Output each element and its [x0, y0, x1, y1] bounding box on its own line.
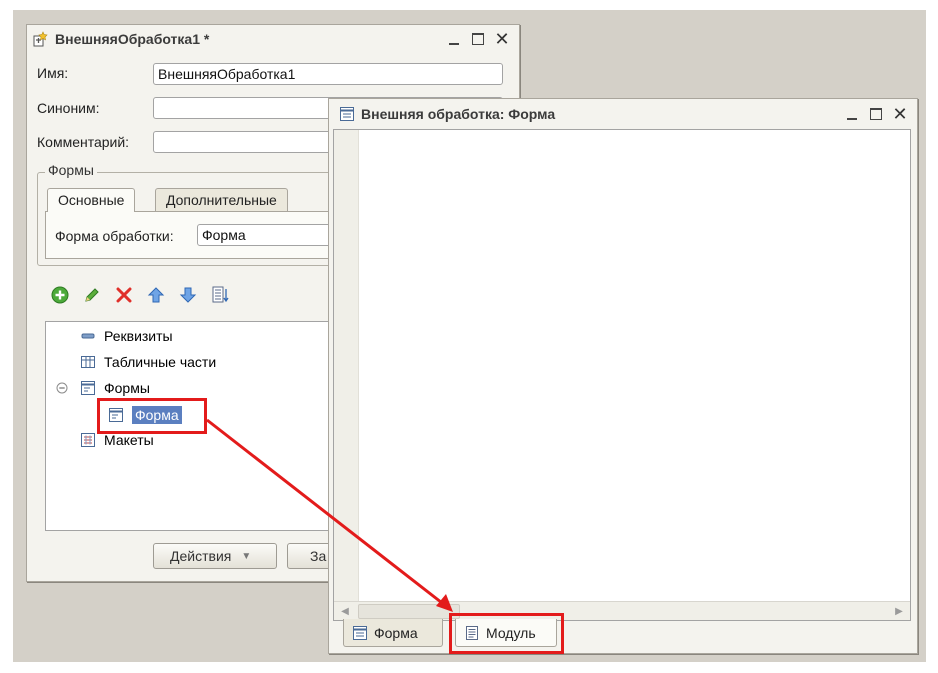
table-parts-icon [81, 356, 95, 368]
tree-item-table-parts[interactable]: Табличные части [80, 354, 216, 370]
horizontal-scrollbar[interactable]: ◀ ▶ [334, 601, 910, 620]
chevron-down-icon: ▼ [241, 550, 252, 562]
form-editor-area[interactable]: ◀ ▶ [333, 129, 911, 621]
highlight-box-form [97, 398, 207, 434]
form-window-titlebar[interactable]: Внешняя обработка: Форма ✕ [329, 99, 917, 129]
synonym-label: Синоним: [37, 100, 100, 116]
tab-additional[interactable]: Дополнительные [155, 188, 288, 212]
delete-icon[interactable] [115, 286, 133, 304]
close-button[interactable]: ✕ [892, 105, 907, 123]
maximize-button[interactable] [471, 32, 485, 46]
processing-window-titlebar[interactable]: ВнешняяОбработка1 * ✕ [27, 25, 519, 53]
tree-item-attributes[interactable]: Реквизиты [80, 328, 173, 344]
tree-item-forms[interactable]: Формы [56, 380, 150, 396]
minimize-button[interactable] [447, 32, 461, 46]
tree-item-templates[interactable]: Макеты [80, 432, 154, 448]
editor-gutter [334, 130, 359, 620]
close-button[interactable]: ✕ [494, 30, 509, 48]
highlight-box-module [449, 613, 564, 654]
form-window-icon [340, 107, 354, 121]
add-icon[interactable] [51, 286, 69, 304]
name-field[interactable]: ВнешняяОбработка1 [153, 63, 503, 85]
collapse-icon[interactable] [56, 382, 68, 394]
edit-icon[interactable] [83, 286, 101, 304]
templates-icon [81, 433, 95, 447]
form-window-title: Внешняя обработка: Форма [361, 106, 556, 122]
form-tab-icon [353, 625, 367, 640]
comment-label: Комментарий: [37, 134, 130, 150]
processing-icon [33, 31, 48, 47]
processing-window-title: ВнешняяОбработка1 * [55, 31, 210, 47]
minimize-button[interactable] [845, 107, 859, 121]
form-window: Внешняя обработка: Форма ✕ ◀ ▶ Форма Мод… [328, 98, 918, 654]
sort-list-icon[interactable] [211, 286, 229, 304]
actions-button[interactable]: Действия ▼ [153, 543, 277, 569]
forms-icon [81, 381, 95, 395]
bottom-tab-form[interactable]: Форма [343, 619, 443, 647]
processing-form-label: Форма обработки: [55, 228, 174, 244]
attribute-icon [81, 333, 95, 339]
name-label: Имя: [37, 65, 69, 81]
move-down-icon[interactable] [179, 286, 197, 304]
scroll-right-icon[interactable]: ▶ [890, 602, 908, 620]
scrollbar-thumb[interactable] [358, 604, 460, 619]
scroll-left-icon[interactable]: ◀ [336, 602, 354, 620]
move-up-icon[interactable] [147, 286, 165, 304]
forms-group-title: Формы [45, 162, 97, 178]
tab-main[interactable]: Основные [47, 188, 136, 212]
maximize-button[interactable] [869, 107, 883, 121]
